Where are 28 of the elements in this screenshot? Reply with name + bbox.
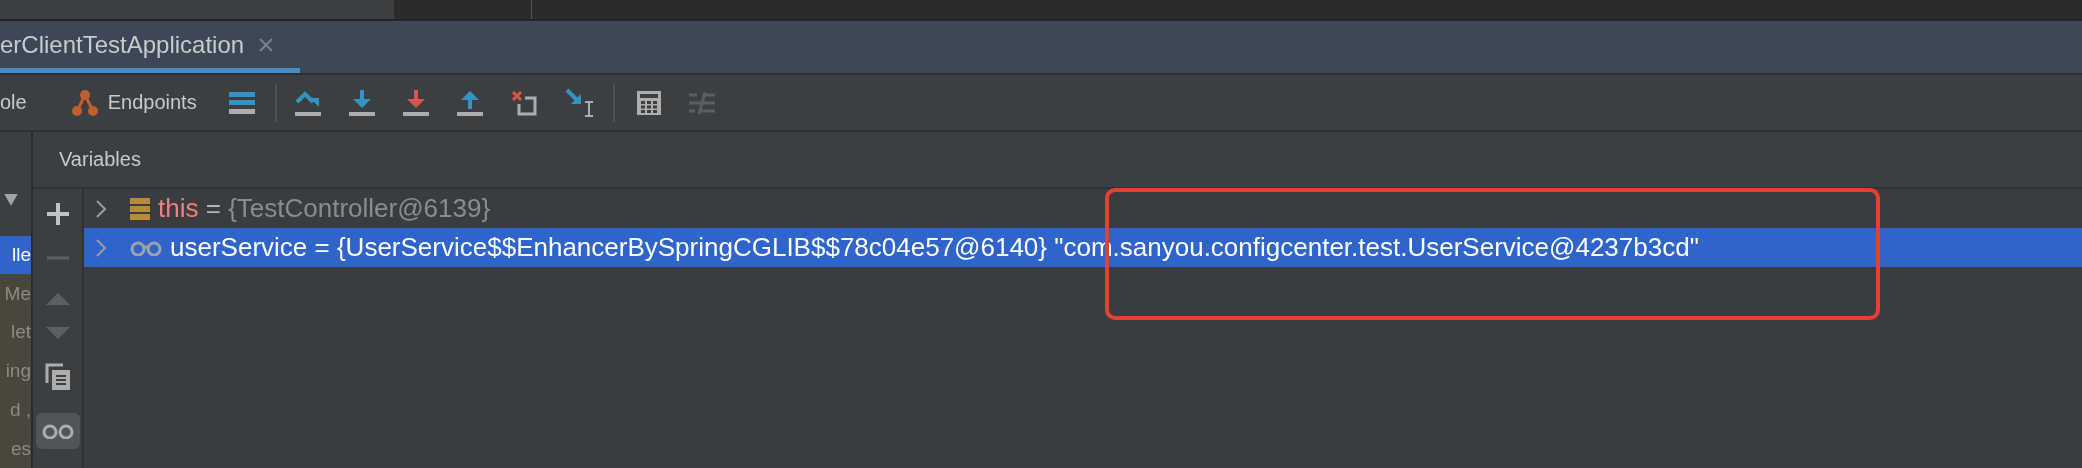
step-into-icon[interactable] [348,89,375,116]
stack-icon [130,197,150,220]
run-to-cursor-icon[interactable] [564,87,595,118]
calculator-icon[interactable] [636,90,661,115]
step-out-icon[interactable] [456,89,483,116]
glasses-icon [130,239,162,256]
copy-icon[interactable] [44,363,71,391]
variable-row[interactable]: this = {TestController@6139} [84,189,2082,228]
frame-item[interactable]: Me [0,274,31,314]
frame-item[interactable]: let [0,313,31,352]
glasses-icon [41,423,74,439]
frame-item[interactable]: es [0,429,31,468]
nodes-icon [71,88,98,117]
frame-item[interactable]: ing [0,351,31,391]
frame-item[interactable]: d , [0,390,31,430]
variable-text: this = {TestController@6139} [158,193,491,224]
trace-icon [688,91,715,114]
frame-item[interactable]: lle [0,235,31,275]
list-icon[interactable] [228,91,255,114]
dropdown-arrow-icon[interactable] [4,194,18,206]
watch-button[interactable] [35,413,80,449]
step-over-icon[interactable] [294,89,321,116]
drop-frame-icon[interactable] [510,89,537,116]
force-step-into-icon[interactable] [402,89,429,116]
console-tab[interactable]: ole [0,91,27,114]
endpoints-tab[interactable]: Endpoints [71,88,197,117]
panel-title: Variables [59,148,141,171]
plus-icon[interactable] [46,203,69,225]
